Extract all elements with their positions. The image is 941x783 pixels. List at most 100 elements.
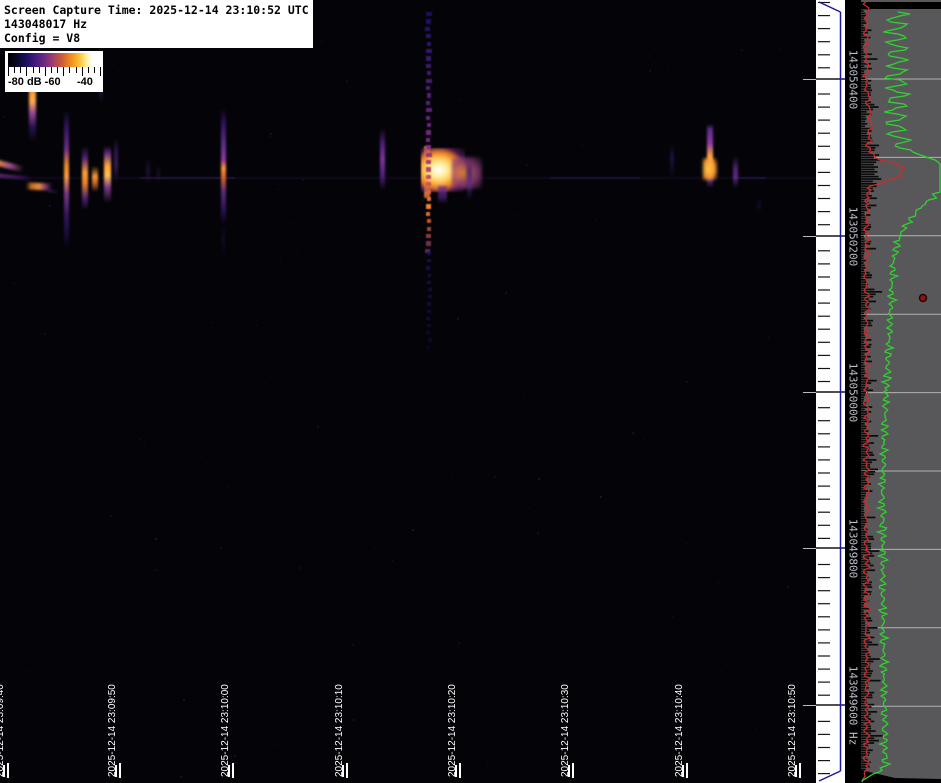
capture-time-text: Screen Capture Time: 2025-12-14 23:10:52…: [4, 3, 309, 17]
time-axis-label: 2025-12-14 23:10:10: [334, 684, 345, 777]
noise-dot: [336, 265, 338, 267]
noise-dot: [465, 319, 467, 321]
noise-dot: [453, 32, 455, 34]
noise-dot: [515, 70, 517, 72]
noise-dot: [158, 764, 160, 766]
noise-dot: [516, 1, 518, 3]
noise-dot: [810, 134, 812, 136]
noise-dot: [631, 432, 634, 435]
doppler-dash: [425, 145, 431, 150]
doppler-dash: [426, 309, 431, 313]
meteor-echo: [438, 186, 447, 204]
noise-dot: [686, 542, 688, 544]
noise-dot: [685, 492, 687, 494]
meteor-echo: [670, 144, 674, 180]
frequency-axis-label: 143050400: [846, 49, 860, 109]
color-scale-label-right: -40: [77, 76, 93, 88]
frequency-major-tick-extension: [803, 548, 816, 549]
noise-dot: [504, 378, 506, 380]
frequency-axis-label: 143050000: [846, 362, 860, 422]
noise-dot: [272, 502, 274, 503]
color-scale-tick: [69, 67, 71, 73]
noise-dot: [302, 262, 304, 264]
noise-dot: [683, 266, 685, 268]
noise-dot: [13, 751, 15, 753]
frequency-major-tick-extension: [803, 79, 816, 80]
frequency-ruler-svg: [816, 0, 845, 783]
frequency-ruler: [816, 0, 845, 783]
noise-dot: [732, 309, 734, 311]
noise-dot: [363, 378, 364, 380]
doppler-dash: [425, 211, 431, 216]
meteor-echo: [221, 108, 226, 224]
noise-dot: [576, 442, 578, 444]
meteor-echo: [114, 138, 118, 182]
meteor-echo: [0, 159, 25, 173]
noise-dot: [301, 179, 304, 182]
noise-dot: [523, 396, 526, 399]
doppler-dash: [426, 34, 432, 39]
doppler-dash: [425, 115, 431, 120]
meteor-echo: [104, 146, 111, 203]
noise-dot: [750, 407, 753, 410]
doppler-dash: [426, 12, 432, 17]
noise-dot: [510, 246, 512, 248]
noise-dot: [399, 352, 400, 354]
spectrogram-screen-capture: Screen Capture Time: 2025-12-14 23:10:52…: [0, 0, 941, 783]
noise-dot: [53, 483, 55, 485]
noise-dot: [161, 580, 163, 581]
noise-dot: [601, 223, 603, 225]
noise-dot: [265, 181, 267, 183]
doppler-dash: [426, 160, 432, 165]
noise-dot: [396, 214, 398, 216]
noise-dot: [168, 491, 170, 493]
noise-dot: [176, 534, 178, 536]
noise-dot: [447, 536, 449, 538]
noise-dot: [514, 653, 516, 655]
noise-dot: [237, 530, 239, 532]
doppler-dash: [426, 49, 432, 54]
noise-dot: [277, 187, 280, 190]
noise-dot: [184, 105, 186, 107]
noise-dot: [41, 462, 43, 464]
config-text: Config = V8: [4, 31, 81, 45]
noise-dot: [24, 553, 27, 556]
noise-dot: [257, 140, 259, 142]
noise-dot: [671, 402, 673, 404]
noise-dot: [647, 338, 649, 340]
noise-dot: [711, 530, 713, 532]
color-scale-tick: [32, 67, 34, 73]
noise-dot: [3, 115, 6, 118]
noise-dot: [596, 220, 598, 222]
noise-dot: [537, 531, 540, 534]
time-axis-tick: [115, 765, 117, 777]
noise-dot: [170, 528, 172, 530]
noise-dot: [493, 475, 496, 478]
noise-dot: [393, 427, 395, 429]
noise-dot: [216, 404, 218, 406]
doppler-dash: [425, 26, 431, 31]
noise-dot: [779, 48, 781, 50]
time-axis-tick: [682, 765, 684, 777]
noise-dot: [111, 777, 113, 780]
noise-dot: [241, 209, 243, 211]
color-scale-tick: [63, 67, 65, 76]
noise-dot: [28, 669, 31, 672]
noise-dot: [211, 321, 214, 324]
noise-dot: [458, 98, 461, 101]
doppler-dash: [426, 41, 432, 46]
noise-dot: [718, 582, 720, 585]
color-scale-ticks: [8, 67, 101, 76]
doppler-dash: [426, 174, 432, 179]
noise-dot: [786, 585, 789, 588]
noise-dot: [366, 114, 368, 116]
noise-dot: [645, 577, 647, 579]
time-axis-label: 2025-12-14 23:10:50: [787, 684, 798, 777]
noise-dot: [421, 346, 423, 348]
noise-dot: [159, 67, 161, 69]
noise-dot: [487, 766, 489, 768]
noise-dot: [492, 43, 494, 45]
doppler-dash: [426, 219, 432, 224]
doppler-dash: [426, 167, 431, 172]
noise-dot: [538, 478, 541, 480]
